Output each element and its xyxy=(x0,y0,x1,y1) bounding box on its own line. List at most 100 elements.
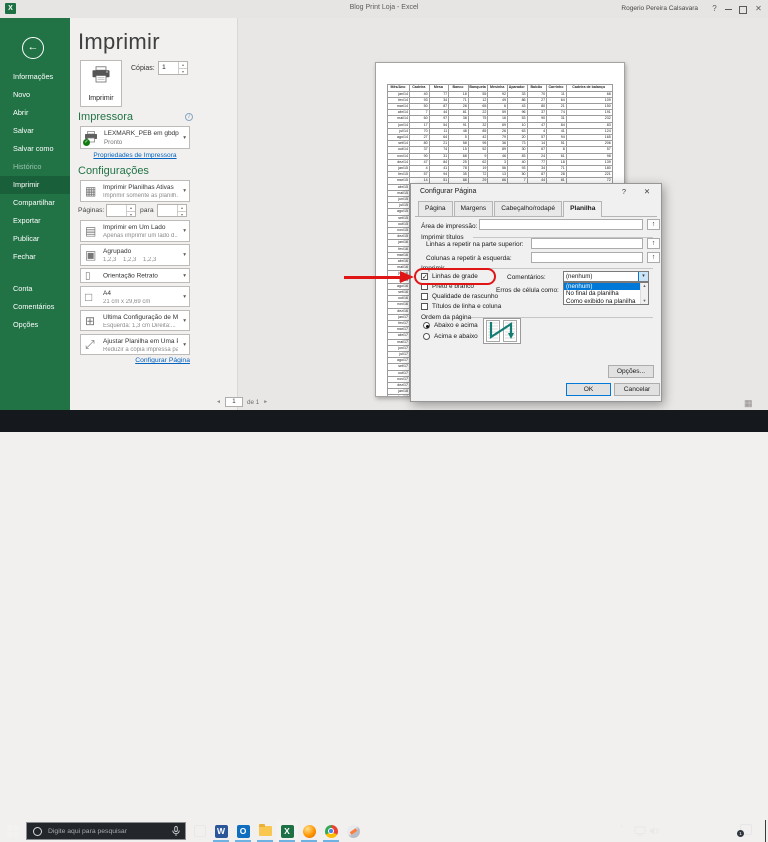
windows-taskbar: Digite aqui para pesquisar WO X POR PTB 1… xyxy=(0,410,768,842)
dropdown-options: (nenhum) No final da planilha Como exibido… xyxy=(564,283,640,305)
taskbar-app-excel[interactable]: X xyxy=(276,820,298,842)
repeat-cols-input[interactable] xyxy=(531,252,643,263)
start-button[interactable] xyxy=(7,825,19,837)
setting-duplex[interactable]: ▤ Imprimir em Um Lado Apenas imprimir um … xyxy=(80,220,190,242)
repeat-rows-label: Linhas a repetir na parte superior: xyxy=(426,241,524,248)
back-button[interactable] xyxy=(22,37,44,59)
info-icon[interactable]: i xyxy=(185,113,193,121)
sidebar-item-comentarios[interactable]: Comentários xyxy=(0,298,70,316)
dropdown-option-no-final-da-planilha[interactable]: No final da planilha xyxy=(564,290,640,297)
setting-collation[interactable]: ▣ Agrupado 1,2,3 1,2,3 1,2,3 xyxy=(80,244,190,266)
hidden-icons-chevron[interactable] xyxy=(620,825,623,832)
cancel-button[interactable]: Cancelar xyxy=(614,383,660,396)
printer-selector[interactable]: LEXMARK_PEB em gbdpser... Pronto xyxy=(80,126,190,149)
restore-icon[interactable] xyxy=(735,0,750,18)
dropdown-option-nenhum[interactable]: (nenhum) xyxy=(564,283,640,291)
taskbar-app-rocket[interactable] xyxy=(342,820,364,842)
collapse-dialog-icon[interactable] xyxy=(647,238,660,249)
minimize-icon[interactable] xyxy=(721,0,736,18)
setting-subtitle: Imprimir somente as planilh... xyxy=(103,193,178,199)
setting-print-active-sheets[interactable]: ▦ Imprimir Planilhas Ativas Imprimir some… xyxy=(80,180,190,202)
taskbar-app-outlook[interactable]: O xyxy=(232,820,254,842)
taskbar-app-firefox[interactable] xyxy=(298,820,320,842)
previous-page-icon[interactable]: ◄ xyxy=(216,399,221,405)
print-area-input[interactable] xyxy=(479,219,643,230)
sidebar-item-exportar[interactable]: Exportar xyxy=(0,212,70,230)
sidebar-item-abrir[interactable]: Abrir xyxy=(0,104,70,122)
tab-cabecalho-rodape[interactable]: Cabeçalho/rodapé xyxy=(494,201,563,216)
comments-dropdown[interactable]: (nenhum) xyxy=(563,271,649,282)
sidebar-item-salvar[interactable]: Salvar xyxy=(0,122,70,140)
setting-orientation[interactable]: ▯ Orientação Retrato xyxy=(80,268,190,283)
setting-subtitle: Apenas imprimir um lado d... xyxy=(103,233,178,239)
pages-from-stepper[interactable] xyxy=(106,204,136,217)
checkbox-titulos-de-linha-e-coluna[interactable]: Títulos de linha e coluna xyxy=(421,302,501,311)
scroll-up-icon[interactable]: ▲ xyxy=(641,283,648,289)
dialog-tabs: Página Margens Cabeçalho/rodapé Planilha xyxy=(418,201,603,217)
current-page-input[interactable]: 1 xyxy=(224,397,243,407)
sidebar-item-fechar[interactable]: Fechar xyxy=(0,248,70,266)
radio-button-icon[interactable] xyxy=(423,333,430,340)
collapse-dialog-icon[interactable] xyxy=(647,252,660,263)
radio-button-icon[interactable] xyxy=(423,322,430,329)
help-icon[interactable] xyxy=(707,0,722,18)
repeat-rows-input[interactable] xyxy=(531,238,643,249)
close-icon[interactable] xyxy=(751,0,766,18)
sidebar-item-informacoes[interactable]: Informações xyxy=(0,68,70,86)
print-button[interactable]: Imprimir xyxy=(80,60,122,107)
taskbar-app-chrome[interactable] xyxy=(320,820,342,842)
sidebar-item-conta[interactable]: Conta xyxy=(0,280,70,298)
tab-planilha[interactable]: Planilha xyxy=(563,201,603,217)
action-center-icon[interactable]: 1 xyxy=(737,824,752,837)
sidebar-item-publicar[interactable]: Publicar xyxy=(0,230,70,248)
stepper-arrows[interactable] xyxy=(177,205,186,216)
dialog-help-icon[interactable] xyxy=(617,184,631,199)
radio-abaixo-e-acima[interactable]: Abaixo e acima xyxy=(423,321,478,330)
options-button[interactable]: Opções... xyxy=(608,365,654,378)
radio-acima-e-abaixo[interactable]: Acima e abaixo xyxy=(423,332,478,341)
dialog-close-icon[interactable] xyxy=(640,184,654,199)
scroll-down-icon[interactable]: ▼ xyxy=(641,298,648,304)
printer-status: Pronto xyxy=(104,139,123,146)
setting-margins[interactable]: ⊞ Última Configuração de Ma... Esquerda: … xyxy=(80,310,190,331)
taskbar-app-word[interactable]: W xyxy=(210,820,232,842)
microphone-icon[interactable] xyxy=(172,825,180,837)
stepper-arrows[interactable] xyxy=(178,62,187,74)
show-desktop-button[interactable] xyxy=(765,820,766,842)
collapse-dialog-icon[interactable] xyxy=(647,219,660,230)
pages-to-stepper[interactable] xyxy=(157,204,187,217)
speaker-icon[interactable] xyxy=(649,826,659,836)
setting-paper-size[interactable]: □ A4 21 cm x 29,69 cm xyxy=(80,286,190,307)
page-setup-link[interactable]: Configurar Página xyxy=(100,357,190,364)
task-view-icon[interactable] xyxy=(194,825,206,837)
checkbox-label: Qualidade de rascunho xyxy=(432,293,499,300)
stepper-arrows[interactable] xyxy=(126,205,135,216)
taskbar-app-explorer[interactable] xyxy=(254,820,276,842)
search-placeholder: Digite aqui para pesquisar xyxy=(48,827,127,835)
dropdown-scrollbar[interactable]: ▲ ▼ xyxy=(640,283,648,304)
rocket-app-icon xyxy=(346,824,360,838)
checkbox-box-icon[interactable] xyxy=(421,293,428,300)
tab-pagina[interactable]: Página xyxy=(418,201,453,216)
copies-stepper[interactable]: 1 xyxy=(158,61,188,75)
sidebar-item-imprimir[interactable]: Imprimir xyxy=(0,176,70,194)
clock[interactable]: 13:39 02/07/2018 xyxy=(676,822,726,836)
network-icon[interactable] xyxy=(634,826,646,836)
checkbox-box-icon[interactable] xyxy=(421,303,428,310)
language-indicator[interactable]: POR PTB xyxy=(661,822,673,836)
chevron-down-icon[interactable] xyxy=(638,272,648,281)
search-input[interactable]: Digite aqui para pesquisar xyxy=(26,822,186,840)
next-page-icon[interactable]: ► xyxy=(263,399,268,405)
sidebar-item-opcoes[interactable]: Opções xyxy=(0,316,70,334)
printer-properties-link[interactable]: Propriedades de Impressora xyxy=(80,152,190,159)
dropdown-option-como-exibido-na-planilha[interactable]: Como exibido na planilha xyxy=(564,298,640,305)
tab-margens[interactable]: Margens xyxy=(453,201,494,216)
zoom-to-page-icon[interactable] xyxy=(744,398,757,408)
checkbox-qualidade-de-rascunho[interactable]: Qualidade de rascunho xyxy=(421,292,498,301)
setting-title: Orientação Retrato xyxy=(103,272,158,279)
sidebar-item-compartilhar[interactable]: Compartilhar xyxy=(0,194,70,212)
ok-button[interactable]: OK xyxy=(566,383,611,396)
sidebar-item-salvar-como[interactable]: Salvar como xyxy=(0,140,70,158)
sidebar-item-novo[interactable]: Novo xyxy=(0,86,70,104)
setting-scaling[interactable]: ⤢ Ajustar Planilha em Uma Pá... Reduzir a… xyxy=(80,334,190,355)
